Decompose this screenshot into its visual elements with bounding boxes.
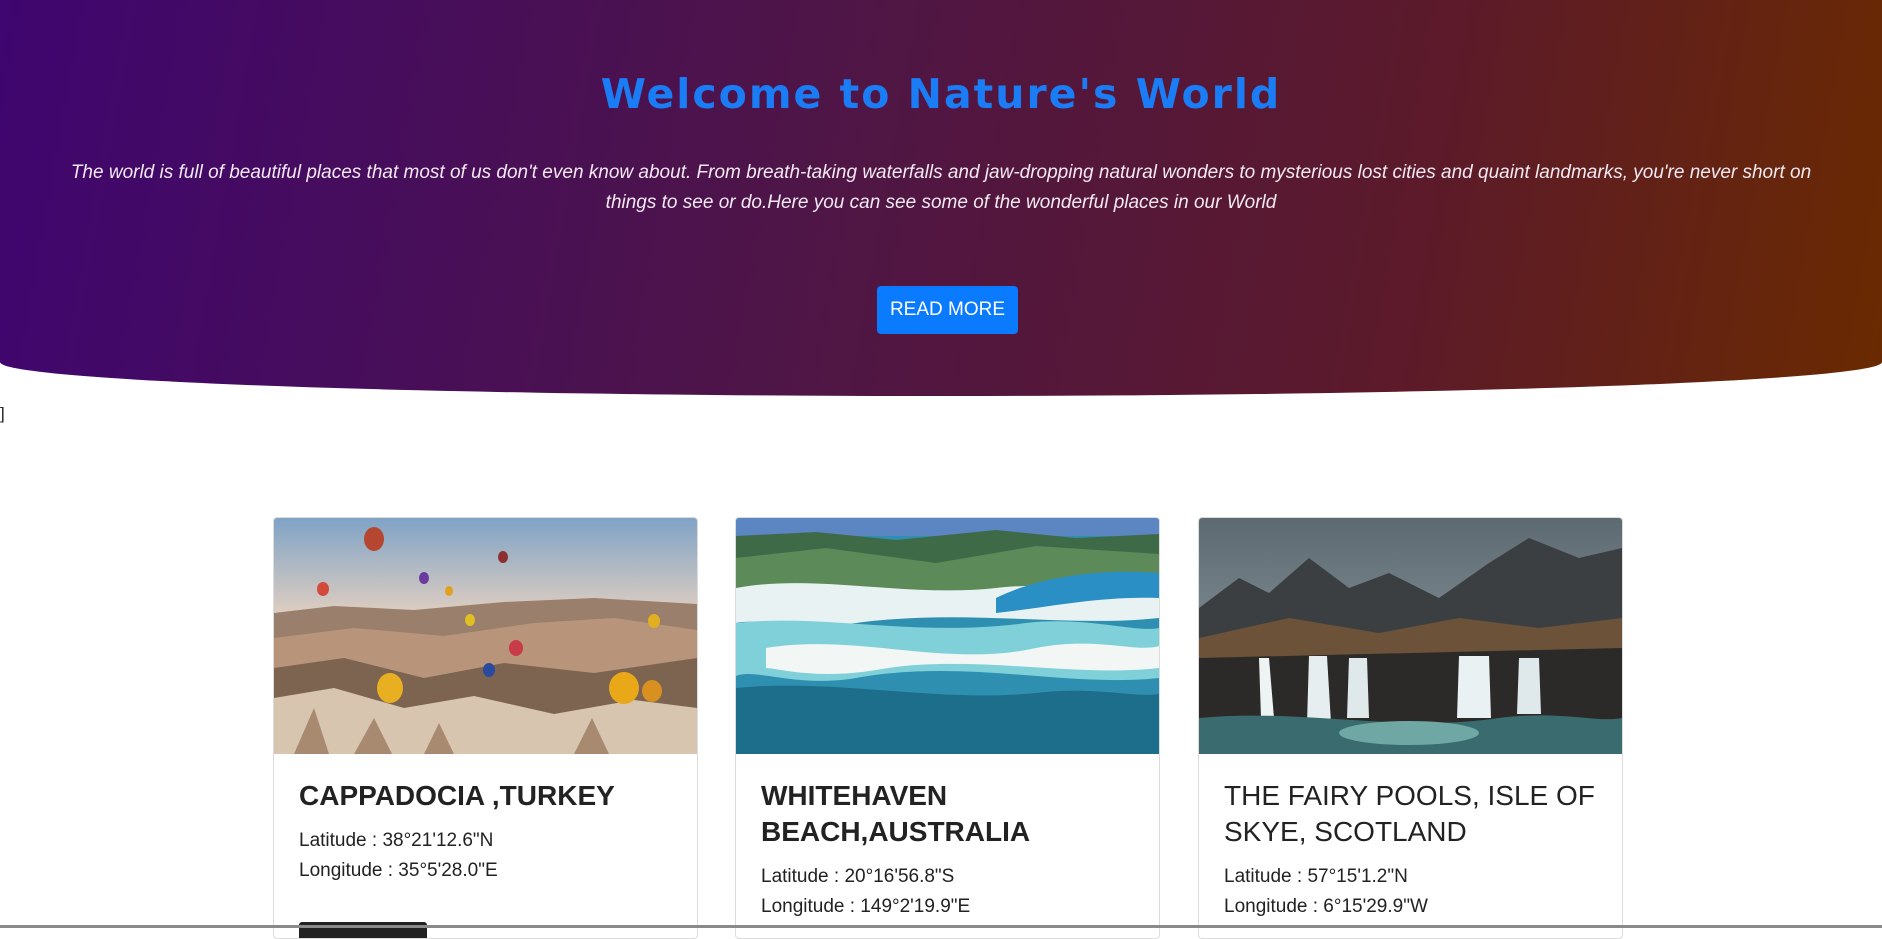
stray-text: ] — [0, 404, 5, 423]
hero-banner: Welcome to Nature's World The world is f… — [0, 0, 1882, 396]
latitude-text: Latitude : 38°21'12.6"N — [299, 830, 494, 851]
hero-description: The world is full of beautiful places th… — [70, 162, 1812, 213]
card-title: THE FAIRY POOLS, ISLE OF SKYE, SCOTLAND — [1224, 780, 1595, 847]
longitude-text: Longitude : 149°2'19.9"E — [761, 896, 971, 917]
latitude-text: Latitude : 20°16'56.8"S — [761, 866, 955, 887]
hero-title: Welcome to Nature's World — [600, 70, 1282, 118]
cappadocia-image — [274, 518, 697, 754]
place-card-whitehaven: WHITEHAVEN BEACH,AUSTRALIA Latitude : 20… — [735, 517, 1160, 939]
place-card-fairy-pools: THE FAIRY POOLS, ISLE OF SKYE, SCOTLAND … — [1198, 517, 1623, 939]
latitude-text: Latitude : 57°15'1.2"N — [1224, 866, 1408, 887]
longitude-text: Longitude : 6°15'29.9"W — [1224, 896, 1428, 917]
card-title: CAPPADOCIA ,TURKEY — [299, 780, 615, 811]
place-card-cappadocia: CAPPADOCIA ,TURKEY Latitude : 38°21'12.6… — [273, 517, 698, 939]
whitehaven-image — [736, 518, 1159, 754]
longitude-text: Longitude : 35°5'28.0"E — [299, 860, 498, 881]
card-title: WHITEHAVEN BEACH,AUSTRALIA — [761, 780, 1031, 847]
fairy-pools-image — [1199, 518, 1622, 754]
read-more-button[interactable]: READ MORE — [877, 286, 1018, 334]
